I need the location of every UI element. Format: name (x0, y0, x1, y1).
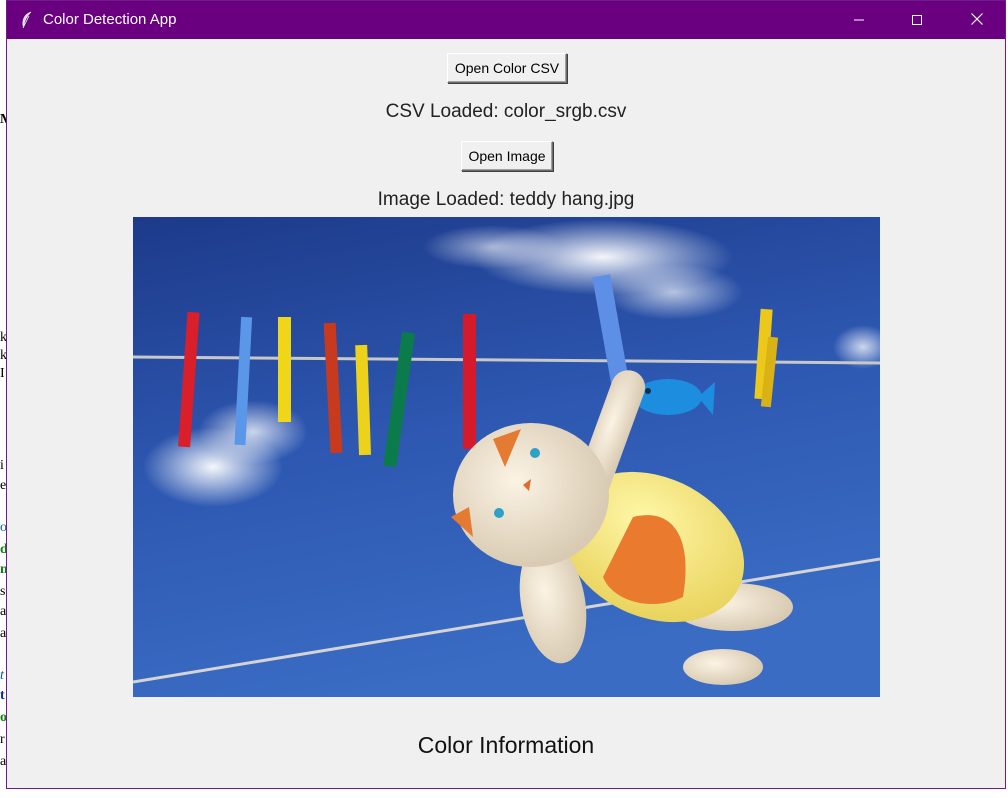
bg-fragment: I (0, 366, 5, 381)
maximize-button[interactable] (889, 1, 945, 39)
feather-icon (19, 11, 35, 29)
minimize-button[interactable] (831, 1, 887, 39)
app-content: Open Color CSV CSV Loaded: color_srgb.cs… (7, 39, 1005, 789)
loaded-image-canvas[interactable] (133, 217, 880, 697)
bg-fragment: r (0, 732, 5, 747)
title-bar[interactable]: Color Detection App (7, 1, 1005, 39)
teddy-photo (133, 217, 880, 697)
app-window: Color Detection App Open Color CSV CSV L… (6, 0, 1006, 789)
bg-fragment: s (0, 584, 6, 599)
window-title: Color Detection App (43, 11, 177, 28)
bg-fragment: t (0, 668, 4, 683)
open-color-csv-button[interactable]: Open Color CSV (447, 53, 567, 83)
minimize-icon (853, 11, 865, 30)
close-icon (970, 11, 984, 30)
maximize-icon (911, 11, 923, 30)
close-button[interactable] (949, 1, 1005, 39)
image-loaded-status: Image Loaded: teddy hang.jpg (377, 189, 635, 210)
color-information-heading: Color Information (417, 732, 595, 758)
open-image-button[interactable]: Open Image (461, 141, 553, 171)
bg-fragment: t (0, 688, 5, 703)
bg-fragment: i (0, 458, 4, 473)
csv-loaded-status: CSV Loaded: color_srgb.csv (385, 101, 627, 122)
